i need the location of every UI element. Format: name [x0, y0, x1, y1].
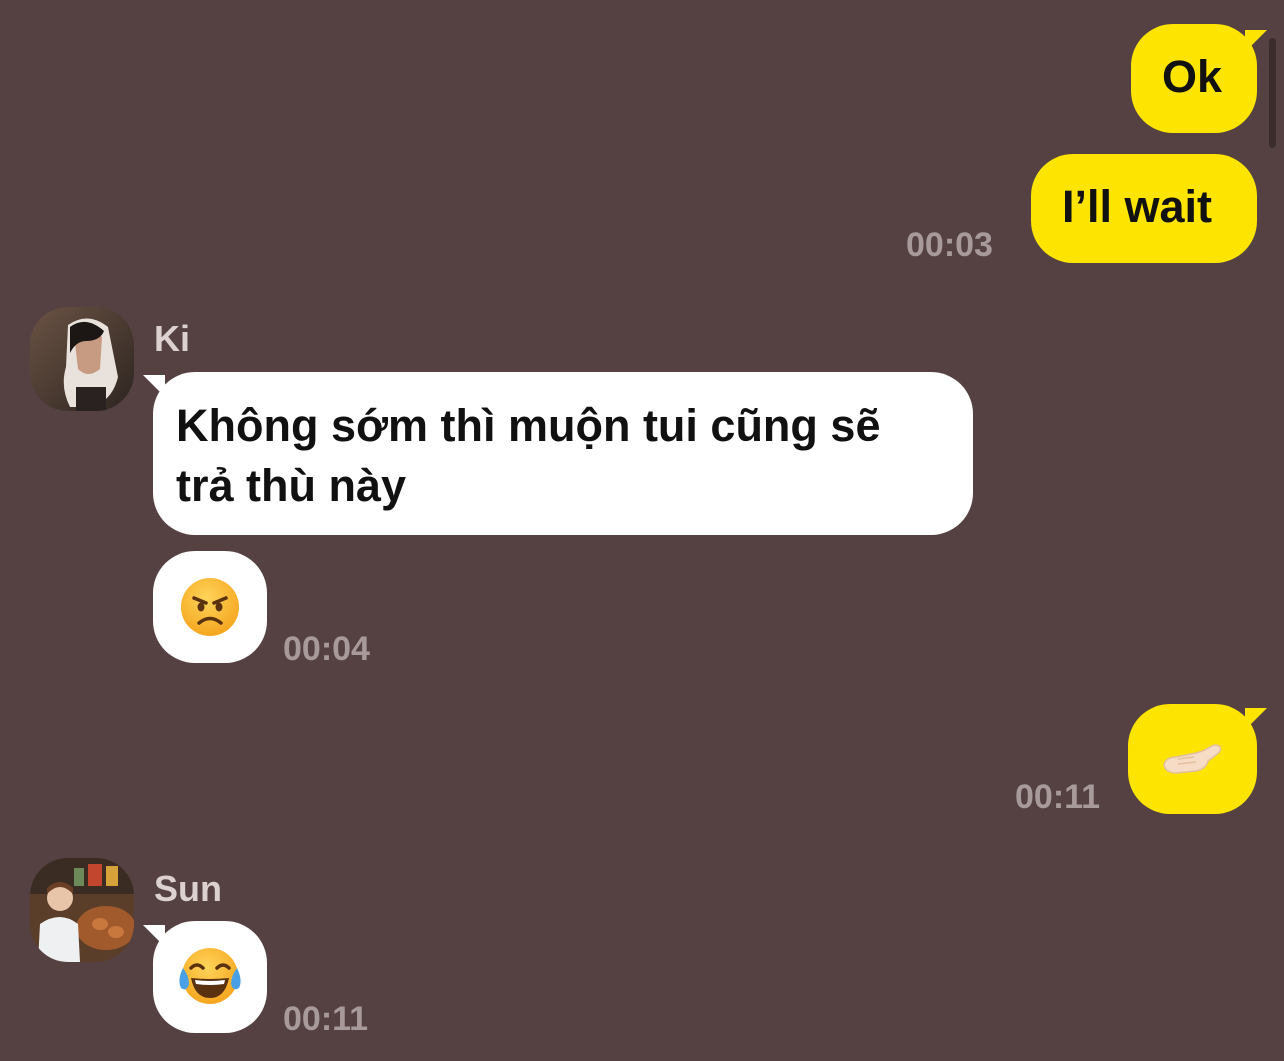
message-bubble-emoji[interactable]: [1128, 704, 1257, 814]
message-text-line: trả thù này: [176, 460, 407, 511]
message-bubble-emoji[interactable]: [153, 921, 267, 1033]
palm-up-hand-emoji-icon: [1162, 744, 1221, 774]
scrollbar[interactable]: [1269, 38, 1276, 148]
timestamp: 00:04: [283, 630, 370, 668]
bubble-tail: [143, 925, 165, 947]
sender-name-sun: Sun: [154, 868, 222, 909]
message-text-line: Không sớm thì muộn tui cũng sẽ: [176, 400, 881, 451]
avatar-ki[interactable]: [30, 307, 134, 411]
message-bubble-ok[interactable]: Ok: [1131, 24, 1257, 133]
angry-face-emoji-icon: [181, 578, 239, 636]
message-bubble-ki-text[interactable]: Không sớm thì muộn tui cũng sẽ trả thù n…: [153, 372, 973, 535]
chat-window: Ok I’ll wait 00:03 Ki Không sớm thì muộn…: [0, 0, 1284, 1061]
avatar-ki-image: [30, 307, 134, 411]
avatar-sun[interactable]: [30, 858, 134, 962]
avatar-sun-image: [30, 858, 134, 962]
face-with-tears-of-joy-emoji-icon: [179, 948, 241, 1004]
message-text: Ok: [1162, 51, 1223, 102]
message-bubble-wait[interactable]: I’ll wait: [1031, 154, 1257, 263]
bubble-tail: [1245, 708, 1267, 730]
message-bubble-emoji[interactable]: [153, 551, 267, 663]
timestamp: 00:11: [283, 1000, 369, 1038]
timestamp: 00:03: [906, 226, 993, 264]
sender-name-ki: Ki: [154, 318, 190, 359]
bubble-tail: [1245, 30, 1267, 52]
message-text: I’ll wait: [1062, 181, 1213, 232]
timestamp: 00:11: [1015, 778, 1101, 816]
bubble-tail: [143, 375, 165, 397]
